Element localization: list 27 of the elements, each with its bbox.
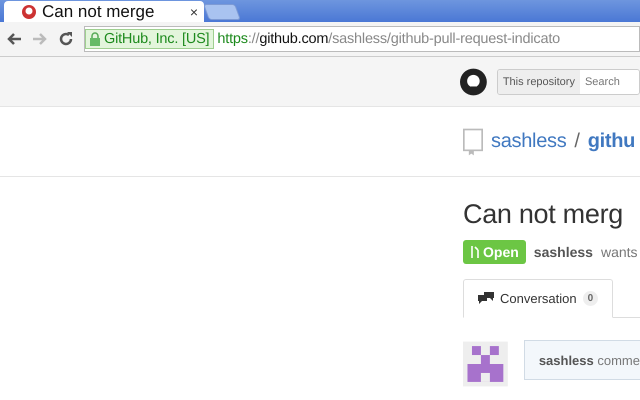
count-badge: 0 bbox=[582, 291, 598, 306]
repo-owner-link[interactable]: sashless bbox=[491, 130, 566, 153]
comment-action: comme bbox=[597, 352, 640, 368]
path-separator: / bbox=[574, 130, 580, 153]
browser-tab[interactable]: Can not merge × bbox=[4, 1, 204, 22]
reload-icon[interactable] bbox=[58, 31, 74, 47]
address-bar[interactable]: GitHub, Inc. [US] https://github.com/sashless/github-pull-request-indicato bbox=[84, 26, 640, 52]
speech-bubbles-icon bbox=[478, 292, 494, 306]
author-name: sashless bbox=[534, 244, 593, 260]
repo-name-link[interactable]: githu bbox=[588, 130, 636, 153]
search-field[interactable]: This repository Search bbox=[496, 68, 640, 94]
tab-title: Can not merge bbox=[42, 2, 156, 22]
avatar-identicon bbox=[463, 340, 508, 388]
state-badge: Open bbox=[463, 240, 526, 264]
lock-icon bbox=[90, 32, 100, 46]
summary-text: wants bbox=[600, 244, 638, 260]
conversation-tab[interactable]: Conversation 0 bbox=[463, 279, 614, 318]
pull-request-title: Can not merg bbox=[463, 199, 624, 230]
close-icon[interactable]: × bbox=[190, 4, 198, 20]
security-indicator: GitHub, Inc. [US] bbox=[85, 29, 214, 49]
pull-request-icon bbox=[470, 245, 480, 259]
scope-label: This repository bbox=[498, 70, 580, 94]
comment-author: sashless bbox=[538, 352, 594, 368]
url-text: https://github.com/sashless/github-pull-request-indicato bbox=[217, 31, 560, 47]
back-arrow-icon[interactable] bbox=[6, 32, 22, 46]
book-icon bbox=[463, 128, 483, 156]
new-tab-button[interactable] bbox=[203, 4, 241, 20]
